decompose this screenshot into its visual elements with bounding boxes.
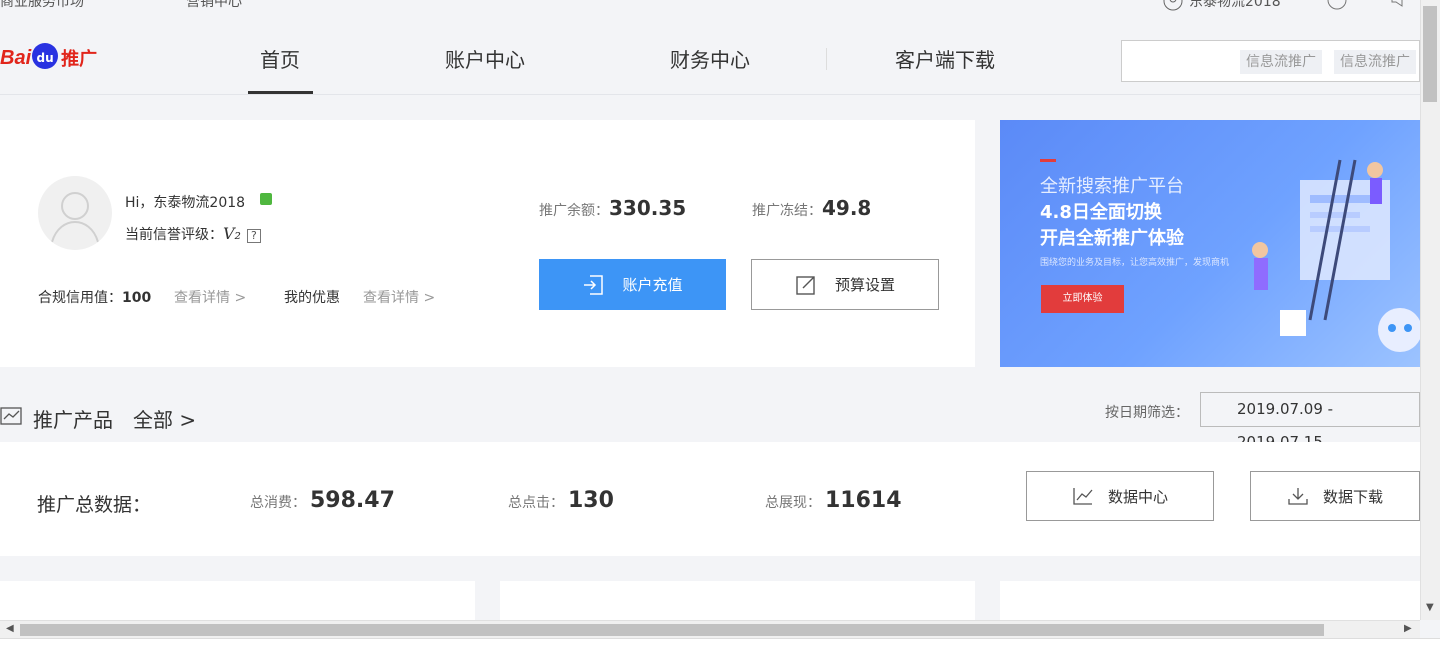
baidu-promotion-logo[interactable]: Bai du 推广: [0, 38, 97, 78]
scroll-down-arrow-icon[interactable]: ▼: [1426, 602, 1434, 613]
product-card[interactable]: [1000, 581, 1420, 621]
edit-icon: [796, 275, 815, 295]
nav-divider: [826, 48, 827, 70]
search-tag-feed-2[interactable]: 信息流推广: [1334, 50, 1416, 74]
recharge-label: 账户充值: [622, 276, 683, 294]
cost-label: 总消费：: [250, 495, 306, 511]
promotion-summary: 推广总数据： 总消费： 598.47 总点击： 130 总展现： 11614 数据中心…: [0, 442, 1420, 556]
recharge-button[interactable]: 账户充值: [539, 259, 726, 310]
search-tag-feed[interactable]: 信息流推广: [1240, 50, 1322, 74]
details-link-text: 查看详情: [174, 290, 230, 306]
total-cost: 总消费： 598.47: [250, 488, 395, 513]
compliance-score: 合规信用值：100: [38, 287, 151, 307]
data-center-button[interactable]: 数据中心: [1026, 471, 1214, 521]
credit-rating: 当前信誉评级：V₂?: [125, 224, 261, 244]
compliance-value: 100: [122, 290, 152, 306]
logo-text-promotion: 推广: [61, 49, 98, 70]
date-range-picker[interactable]: 2019.07.09 - 2019.07.15: [1200, 392, 1420, 451]
scroll-left-arrow-icon[interactable]: ◀: [6, 623, 14, 634]
compliance-details-link[interactable]: 查看详情 >: [174, 287, 246, 307]
banner-accent-line: [1040, 159, 1056, 162]
marketing-center-link[interactable]: 营销中心: [186, 0, 242, 11]
user-menu[interactable]: 东泰物流2018: [1163, 0, 1281, 11]
search-input[interactable]: 信息流推广 信息流推广: [1121, 40, 1420, 82]
products-header: 推广产品 全部 > 按日期筛选： 2019.07.09 - 2019.07.15: [0, 392, 1420, 451]
service-market-link[interactable]: 商业服务市场: [0, 0, 84, 11]
line-chart-icon: [1073, 488, 1093, 505]
default-avatar-icon: [51, 192, 99, 243]
budget-settings-button[interactable]: 预算设置: [751, 259, 939, 310]
promotion-balance: 推广余额：330.35: [539, 196, 686, 220]
chevron-right-icon: >: [234, 290, 247, 306]
banner-line-1: 全新搜索推广平台: [1040, 176, 1184, 197]
nav-client-download[interactable]: 客户端下载: [895, 44, 995, 73]
banner-line-4: 围绕您的业务及目标，让您高效推广，发现商机: [1040, 258, 1230, 268]
trend-chart-icon: [0, 407, 22, 425]
nav-home[interactable]: 首页: [260, 44, 300, 73]
vertical-scrollbar[interactable]: ▼: [1420, 0, 1440, 620]
user-name: 东泰物流2018: [1189, 0, 1281, 10]
balance-value: 330.35: [609, 196, 687, 220]
vertical-scroll-thumb[interactable]: [1423, 6, 1437, 102]
main-nav: Bai du 推广 首页 账户中心 财务中心 客户端下载 信息流推广 信息流推广: [0, 20, 1420, 95]
impressions-label: 总展现：: [765, 495, 821, 511]
avatar[interactable]: [38, 176, 112, 250]
rating-label: 当前信誉评级：: [125, 227, 223, 243]
logo-text-bai: Bai: [0, 46, 32, 69]
total-clicks: 总点击： 130: [508, 488, 614, 513]
rating-help-icon[interactable]: ?: [246, 229, 261, 243]
data-center-label: 数据中心: [1107, 487, 1168, 506]
scroll-right-arrow-icon[interactable]: ▶: [1404, 623, 1412, 634]
budget-label: 预算设置: [834, 276, 895, 294]
greeting-text: Hi，东泰物流2018: [125, 195, 246, 211]
banner-line-3: 开启全新推广体验: [1040, 228, 1184, 249]
product-card[interactable]: [500, 581, 975, 621]
nav-active-indicator: [248, 91, 313, 94]
details-link-text-2: 查看详情: [363, 290, 419, 306]
frozen-label: 推广冻结：: [752, 203, 822, 219]
date-filter-label: 按日期筛选：: [1105, 405, 1189, 421]
horizontal-scroll-thumb[interactable]: [20, 624, 1324, 636]
clicks-label: 总点击：: [508, 495, 564, 511]
online-status-badge: [260, 193, 272, 205]
message-icon[interactable]: [1326, 0, 1348, 12]
rating-value: V₂: [223, 224, 241, 243]
total-impressions: 总展现： 11614: [765, 488, 902, 513]
all-link-text: 全部: [133, 408, 173, 432]
chevron-right-icon: >: [179, 408, 197, 432]
banner-cta-button[interactable]: 立即体验: [1041, 285, 1124, 313]
summary-title: 推广总数据：: [37, 494, 152, 516]
offers-details-link[interactable]: 查看详情 >: [363, 287, 435, 307]
browser-status-bar: [0, 638, 1440, 654]
product-card[interactable]: [0, 581, 475, 621]
banner-line-2: 4.8日全面切换: [1040, 202, 1162, 223]
cost-value: 598.47: [310, 488, 395, 513]
login-arrow-icon: [584, 274, 604, 295]
top-utility-bar: 商业服务市场 营销中心 东泰物流2018: [0, 0, 1420, 20]
products-title: 推广产品: [33, 408, 113, 432]
download-icon: [1288, 488, 1308, 505]
compliance-label: 合规信用值：: [38, 290, 122, 306]
my-offers-label: 我的优惠: [284, 290, 340, 306]
nav-account-center[interactable]: 账户中心: [445, 44, 525, 73]
promotion-frozen: 推广冻结：49.8: [752, 196, 871, 220]
products-all-link[interactable]: 全部 >: [133, 404, 196, 433]
promo-banner[interactable]: 全新搜索推广平台 4.8日全面切换 开启全新推广体验 围绕您的业务及目标，让您高…: [1000, 120, 1420, 367]
banner-illustration: [1252, 159, 1420, 352]
account-overview: Hi，东泰物流2018 当前信誉评级：V₂? 合规信用值：100 查看详情 > …: [0, 120, 975, 367]
horizontal-scrollbar[interactable]: ◀ ▶: [0, 620, 1420, 638]
frozen-value: 49.8: [822, 196, 872, 220]
nav-finance-center[interactable]: 财务中心: [670, 44, 750, 73]
data-download-button[interactable]: 数据下载: [1250, 471, 1420, 521]
balance-label: 推广余额：: [539, 203, 609, 219]
data-download-label: 数据下载: [1322, 487, 1383, 506]
impressions-value: 11614: [825, 488, 902, 513]
speaker-icon[interactable]: [1390, 0, 1418, 10]
logo-paw: du: [32, 43, 59, 69]
clicks-value: 130: [568, 488, 614, 513]
chevron-right-icon: >: [423, 290, 436, 306]
user-icon: [1163, 0, 1183, 11]
